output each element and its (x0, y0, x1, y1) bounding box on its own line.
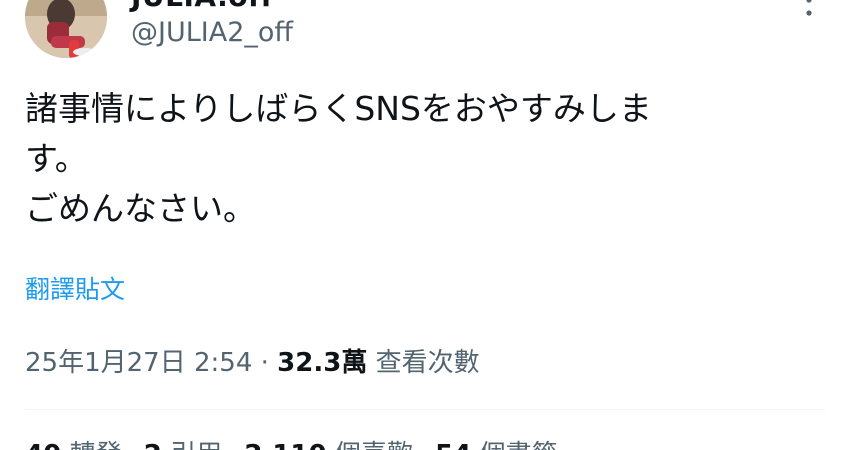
tweet-detail: JULIA.off @JULIA2_off 諸事情によりしばらくSNSをおやすみ… (0, 0, 850, 450)
likes-label: 個喜歡 (335, 440, 413, 450)
bookmarks-label: 個書籤 (480, 440, 558, 450)
more-vertical-icon[interactable] (797, 0, 821, 30)
user-handle[interactable]: @JULIA2_off (131, 17, 293, 48)
profile-photo-icon (25, 0, 107, 58)
tweet-text: 諸事情によりしばらくSNSをおやすみしま す。 ごめんなさい。 (25, 84, 795, 234)
engagement-stats: 40 轉發 2 引用 2,110 個喜歡 54 個書籤 (25, 434, 572, 450)
quotes-count: 2 (144, 440, 162, 450)
translate-post-link[interactable]: 翻譯貼文 (25, 270, 125, 306)
timestamp[interactable]: 25年1月27日 2:54 (25, 348, 252, 378)
tweet-text-line: ごめんなさい。 (25, 189, 256, 228)
tweet-text-line: す。 (25, 139, 88, 178)
quotes-label: 引用 (170, 440, 222, 450)
likes-stat[interactable]: 2,110 個喜歡 (244, 440, 413, 450)
retweets-count: 40 (25, 440, 61, 450)
tweet-text-line: 諸事情によりしばらくSNSをおやすみしま (25, 89, 652, 128)
quotes-stat[interactable]: 2 引用 (144, 440, 222, 450)
meta-separator: · (260, 348, 269, 378)
display-name[interactable]: JULIA.off (131, 0, 273, 13)
retweets-stat[interactable]: 40 轉發 (25, 440, 121, 450)
likes-count: 2,110 (244, 440, 326, 450)
divider (25, 409, 825, 410)
views-label: 查看次數 (375, 348, 480, 378)
bookmarks-count: 54 (435, 440, 471, 450)
tweet-meta: 25年1月27日 2:54 · 32.3萬 查看次數 (25, 342, 480, 379)
views-count: 32.3萬 (277, 348, 368, 378)
bookmarks-stat[interactable]: 54 個書籤 (435, 440, 557, 450)
retweets-label: 轉發 (69, 440, 121, 450)
avatar[interactable] (25, 0, 107, 58)
